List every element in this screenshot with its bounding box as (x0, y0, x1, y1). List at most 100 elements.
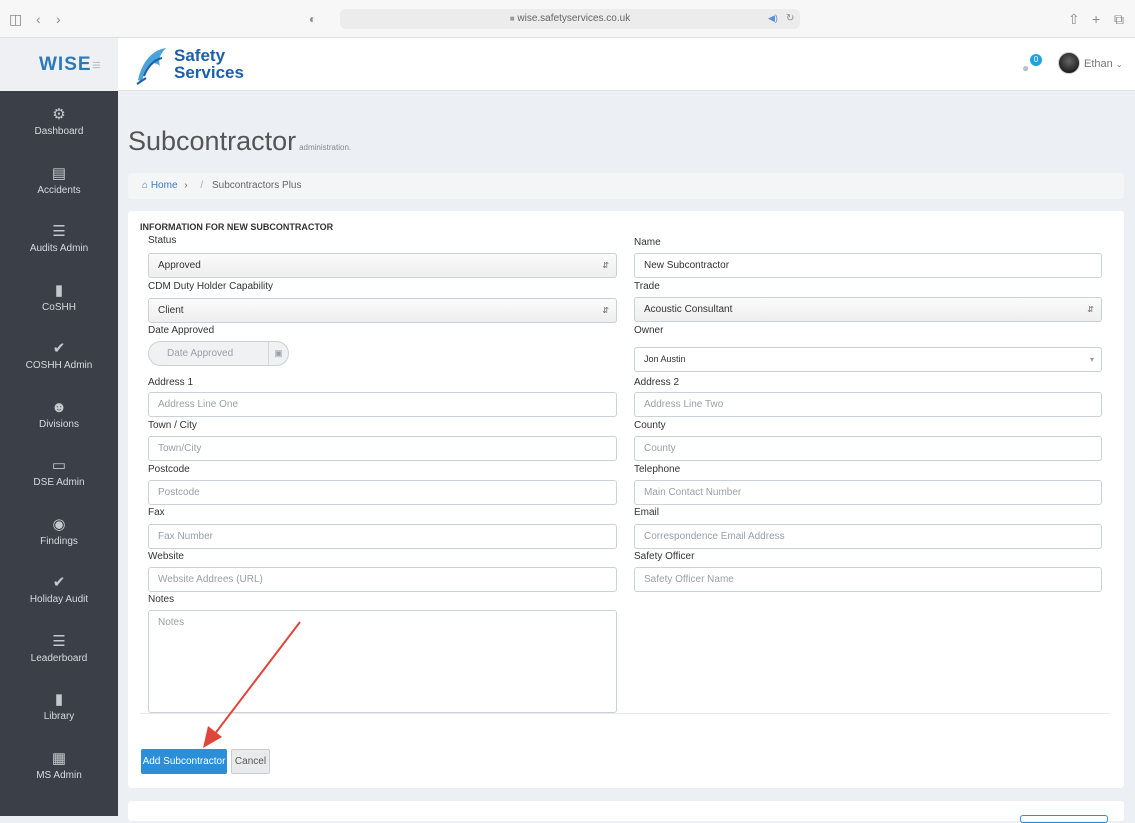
sidebar-item-dse-admin[interactable]: ▭ DSE Admin (0, 445, 118, 503)
address2-label: Address 2 (634, 377, 680, 388)
sidebar-icon[interactable]: ◫ (9, 11, 22, 27)
owner-value: Jon Austin (644, 354, 686, 364)
users-icon: ☻ (51, 398, 67, 416)
sidebar-item-library[interactable]: ▮ Library (0, 679, 118, 737)
browser-toolbar: ◫ ‹ › ◐ ■ wise.safetyservices.co.uk ◀) ↻… (0, 0, 1135, 38)
owner-select[interactable]: Jon Austin ▾ (634, 347, 1102, 372)
sidebar-item-label: Accidents (37, 184, 81, 196)
sidebar-item-label: Dashboard (34, 126, 84, 137)
telephone-label: Telephone (634, 464, 681, 475)
breadcrumb-home-link[interactable]: ⌂ Home (142, 180, 178, 191)
select-arrow-icon: ⇵ (602, 261, 609, 270)
sidebar-item-accidents[interactable]: ▤ Accidents (0, 153, 118, 211)
tabs-icon[interactable]: ⧉ (1114, 11, 1124, 27)
wise-logo[interactable]: WISE (39, 54, 92, 76)
form-heading: INFORMATION FOR NEW SUBCONTRACTOR (140, 222, 334, 232)
monitor-icon: ▭ (51, 457, 67, 474)
sidebar-item-holiday-audit[interactable]: ✔ Holiday Audit (0, 562, 118, 620)
status-value: Approved (158, 260, 201, 271)
sidebar-item-label: DSE Admin (33, 477, 85, 488)
sidebar-item-dashboard[interactable]: ⚙ Dashboard (0, 94, 118, 152)
cdm-value: Client (158, 305, 184, 316)
home-icon: ⌂ (142, 180, 149, 191)
back-icon[interactable]: ‹ (36, 11, 41, 27)
book-icon: ▮ (54, 691, 64, 708)
sidebar-item-label: MS Admin (36, 769, 82, 781)
status-label: Status (148, 235, 177, 246)
reload-icon[interactable]: ↻ (786, 11, 794, 27)
website-label: Website (148, 551, 184, 562)
telephone-input[interactable]: Main Contact Number (634, 480, 1102, 505)
address1-input[interactable]: Address Line One (148, 392, 617, 417)
shield-icon[interactable]: ◐ (309, 11, 316, 27)
list-icon: ☰ (52, 223, 66, 240)
check-icon: ✔ (52, 574, 66, 591)
website-input[interactable]: Website Addrees (URL) (148, 567, 617, 592)
trade-label: Trade (634, 281, 660, 292)
breadcrumb-current: Subcontractors Plus (211, 180, 302, 191)
postcode-input[interactable]: Postcode (148, 480, 617, 505)
date-approved-field[interactable]: Date Approved ▣ (148, 341, 289, 366)
sidebar-item-coshh[interactable]: ▮ CoSHH (0, 270, 118, 328)
page-subtitle: administration. (299, 143, 352, 152)
notes-textarea[interactable]: Notes (148, 610, 617, 713)
date-approved-placeholder: Date Approved (167, 348, 234, 359)
brand-line1: Safety (174, 46, 226, 65)
forward-icon[interactable]: › (56, 11, 61, 27)
breadcrumb: ⌂ Home › / Subcontractors Plus (128, 173, 1124, 199)
email-label: Email (634, 507, 660, 518)
trade-select[interactable]: Acoustic Consultant ⇵ (634, 297, 1102, 322)
fax-input[interactable]: Fax Number (148, 524, 617, 549)
subcontractor-form: INFORMATION FOR NEW SUBCONTRACTOR Status… (128, 211, 1124, 788)
sidebar-item-findings[interactable]: ◉ Findings (0, 504, 118, 562)
page-title-text: Subcontractor (128, 126, 297, 156)
brand-line2: Services (174, 63, 244, 82)
secondary-panel (128, 801, 1124, 823)
safety-officer-input[interactable]: Safety Officer Name (634, 567, 1102, 592)
sidebar-item-leaderboard[interactable]: ☰ Leaderboard (0, 621, 118, 679)
sidebar-item-label: Findings (40, 535, 78, 547)
county-label: County (634, 420, 666, 431)
date-approved-label: Date Approved (148, 325, 215, 336)
cdm-select[interactable]: Client ⇵ (148, 298, 617, 323)
cancel-button[interactable]: Cancel (231, 749, 270, 774)
sidebar-item-label: CoSHH (42, 301, 76, 313)
share-icon[interactable]: ⇧ (1068, 11, 1080, 27)
county-input[interactable]: County (634, 436, 1102, 461)
sidebar-item-audits-admin[interactable]: ☰ Audits Admin (0, 211, 118, 269)
calendar-icon[interactable]: ▣ (268, 342, 288, 365)
status-select[interactable]: Approved ⇵ (148, 253, 617, 278)
safety-services-logo[interactable]: Safety Services (134, 42, 264, 88)
avatar[interactable] (1058, 52, 1080, 74)
address2-input[interactable]: Address Line Two (634, 392, 1102, 417)
notes-label: Notes (148, 594, 175, 605)
sidebar-item-divisions[interactable]: ☻ Divisions (0, 387, 118, 445)
user-menu[interactable]: Ethan ⌄ (1084, 58, 1123, 70)
chevron-down-icon: ⌄ (1115, 60, 1123, 69)
sidebar-item-coshh-admin[interactable]: ✔ COSHH Admin (0, 328, 118, 386)
menu-toggle-icon[interactable]: ≡ (92, 57, 101, 74)
lock-icon: ■ (509, 14, 515, 23)
breadcrumb-home-label: Home (150, 180, 178, 191)
name-label: Name (634, 237, 661, 248)
breadcrumb-separator: / (200, 180, 204, 191)
town-input[interactable]: Town/City (148, 436, 617, 461)
brand-text: Safety Services (174, 47, 244, 81)
sidebar: ⚙ Dashboard ▤ Accidents ☰ Audits Admin ▮ CoSHH ✔… (0, 91, 118, 816)
book-icon: ▮ (54, 281, 64, 299)
name-input[interactable]: New Subcontractor (634, 253, 1102, 278)
sidebar-item-ms-admin[interactable]: ▦ MS Admin (0, 738, 118, 796)
url-field[interactable]: ■ wise.safetyservices.co.uk (340, 9, 800, 29)
notification-bell[interactable]: ● 0 (1020, 54, 1042, 76)
address1-label: Address 1 (148, 377, 194, 388)
select-arrow-icon: ⇵ (602, 306, 609, 315)
cdm-label: CDM Duty Holder Capability (148, 281, 274, 292)
speaker-icon[interactable]: ◀) (768, 13, 778, 24)
email-input[interactable]: Correspondence Email Address (634, 524, 1102, 549)
town-label: Town / City (148, 420, 197, 431)
add-subcontractor-button[interactable]: Add Subcontractor (141, 749, 227, 774)
first-aid-icon: ▤ (51, 164, 67, 182)
wise-logo-area: WISE ≡ (0, 38, 118, 91)
new-tab-icon[interactable]: + (1092, 11, 1100, 27)
panel-button[interactable] (1020, 815, 1108, 823)
